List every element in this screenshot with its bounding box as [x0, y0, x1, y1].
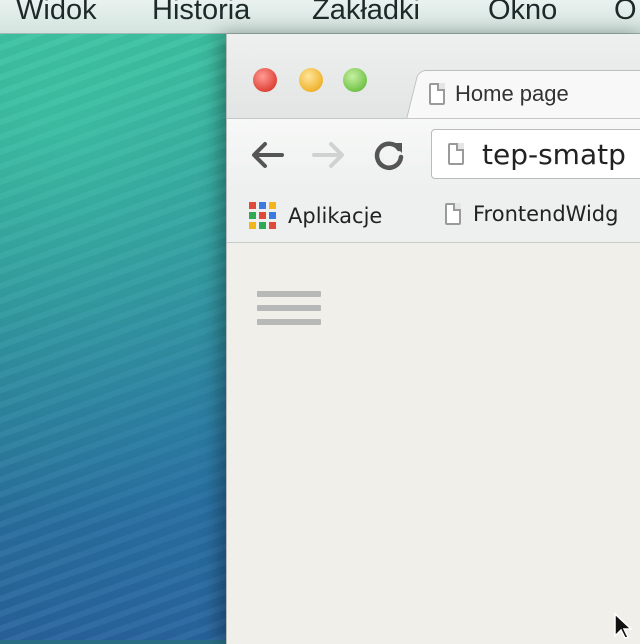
page-icon [445, 203, 461, 225]
browser-toolbar: tep-smatp [227, 118, 640, 191]
bookmark-label: Aplikacje [288, 203, 383, 228]
menu-historia[interactable]: Historia [152, 0, 250, 27]
page-icon [448, 143, 464, 165]
reload-button[interactable] [367, 133, 411, 177]
back-button[interactable] [245, 133, 289, 177]
forward-button[interactable] [307, 133, 351, 177]
tab-content: Home page [429, 74, 569, 114]
browser-window: Home page tep-smatp Aplikacje FrontendWi… [226, 34, 640, 644]
minimize-button[interactable] [299, 68, 323, 92]
hamburger-menu-icon[interactable] [257, 291, 321, 333]
bookmark-label: FrontendWidg [473, 202, 619, 226]
title-bar: Home page [227, 34, 640, 123]
arrow-left-icon [252, 142, 284, 168]
apps-grid-icon [249, 202, 276, 229]
menu-pomoc[interactable]: O [614, 0, 637, 27]
arrow-right-icon [312, 142, 344, 168]
maximize-button[interactable] [343, 68, 367, 92]
menu-zakladki[interactable]: Zakładki [312, 0, 420, 27]
tab-title: Home page [455, 81, 569, 106]
url-text: tep-smatp [482, 137, 626, 171]
bookmarks-bar: Aplikacje FrontendWidg [227, 190, 640, 243]
reload-icon [374, 141, 404, 170]
address-bar[interactable]: tep-smatp [431, 129, 640, 179]
close-button[interactable] [253, 68, 277, 92]
page-content [227, 243, 640, 644]
menu-okno[interactable]: Okno [488, 0, 557, 27]
menu-widok[interactable]: Widok [16, 0, 97, 27]
page-icon [429, 83, 445, 105]
menu-bar: Widok Historia Zakładki Okno O [0, 0, 640, 34]
bookmark-frontendwidg[interactable]: FrontendWidg [445, 202, 618, 226]
mouse-cursor-icon [614, 612, 633, 639]
bookmark-aplikacje[interactable]: Aplikacje [249, 202, 382, 229]
